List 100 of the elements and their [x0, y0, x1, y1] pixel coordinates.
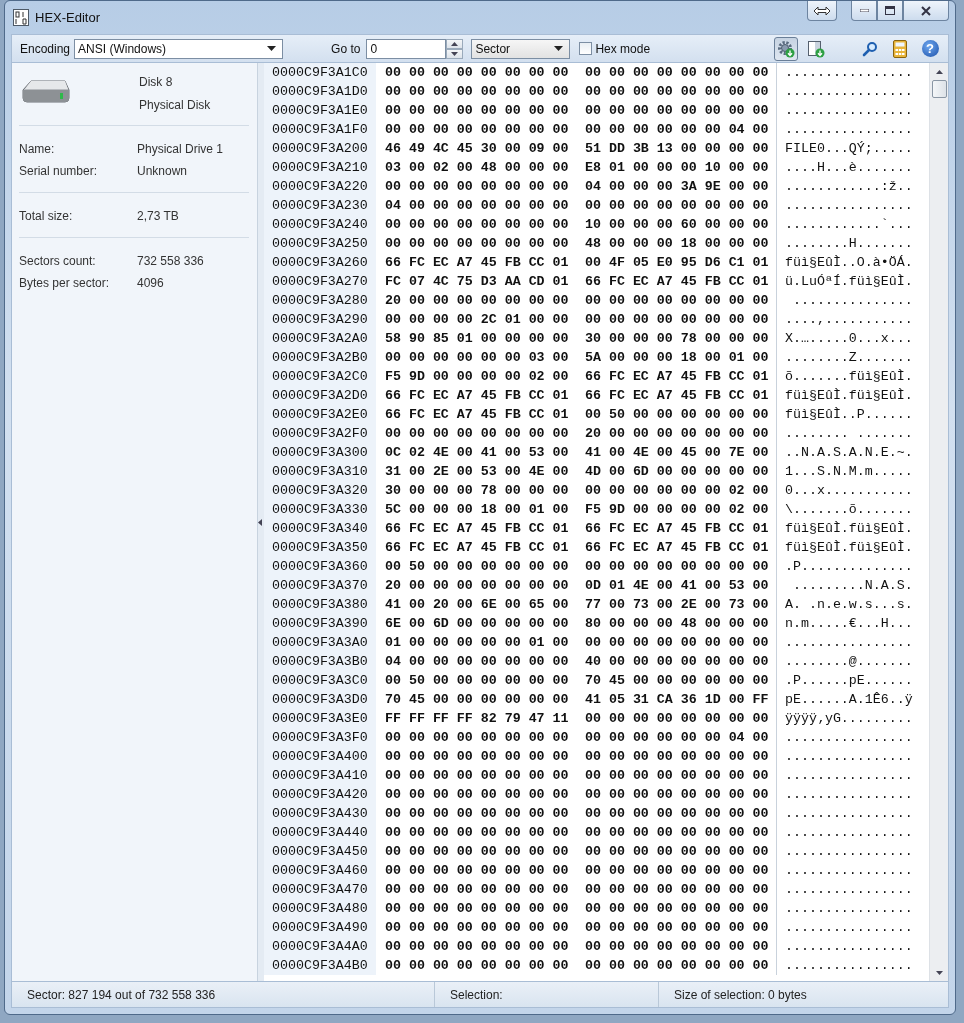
- hex-bytes: 00 00 00 00 00 00 00 00: [585, 806, 769, 821]
- property-label: Total size:: [19, 209, 74, 223]
- property-label: Bytes per sector:: [19, 276, 111, 290]
- hex-bytes: E8 01 00 00 00 10 00 00: [585, 160, 769, 175]
- offset-cell: 0000C9F3A250: [264, 234, 376, 253]
- offset-cell: 0000C9F3A2B0: [264, 348, 376, 367]
- hex-bytes: 00 00 00 00 00 00 02 00: [585, 483, 769, 498]
- offset-cell: 0000C9F3A380: [264, 595, 376, 614]
- hex-bytes: F5 9D 00 00 00 00 02 00: [585, 502, 769, 517]
- hex-bytes: 77 00 73 00 2E 00 73 00: [585, 597, 769, 612]
- hex-bytes: 00 00 00 00 00 00 00 00: [385, 844, 569, 859]
- scroll-thumb[interactable]: [931, 80, 947, 98]
- property-value: 4096: [137, 276, 164, 290]
- hex-mode-label: Hex mode: [595, 41, 651, 56]
- hex-bytes: 04 00 00 00 00 00 00 00: [385, 654, 569, 669]
- offset-cell: 0000C9F3A330: [264, 500, 376, 519]
- offset-cell: 0000C9F3A3C0: [264, 671, 376, 690]
- offset-cell: 0000C9F3A3D0: [264, 690, 376, 709]
- hex-bytes: 00 00 00 00 00 00 00 00: [385, 84, 569, 99]
- offset-cell: 0000C9F3A320: [264, 481, 376, 500]
- spin-down-button[interactable]: [446, 48, 464, 59]
- goto-field[interactable]: 0: [366, 38, 447, 59]
- property-label: Sectors count:: [19, 254, 97, 268]
- double-arrow-icon: [813, 5, 831, 16]
- hex-bytes: 30 00 00 00 78 00 00 00: [385, 483, 569, 498]
- hex-bytes: 00 00 00 00 00 00 00 00: [385, 863, 569, 878]
- hex-bytes: 46 49 4C 45 30 00 09 00: [385, 141, 569, 156]
- hex-bytes: 00 00 00 00 00 00 00 00: [385, 426, 569, 441]
- offset-cell: 0000C9F3A400: [264, 747, 376, 766]
- gear-tool-button[interactable]: [774, 36, 798, 61]
- hex-bytes: FF FF FF FF 82 79 47 11: [385, 711, 569, 726]
- scrollbar[interactable]: [929, 63, 948, 981]
- hex-bytes: 66 FC EC A7 45 FB CC 01: [385, 255, 569, 270]
- hex-bytes: 00 4F 05 E0 95 D6 C1 01: [585, 255, 769, 270]
- offset-cell: 0000C9F3A3E0: [264, 709, 376, 728]
- offset-cell: 0000C9F3A270: [264, 272, 376, 291]
- hex-bytes: 00 00 00 00 00 00 00 00: [585, 198, 769, 213]
- offset-cell: 0000C9F3A410: [264, 766, 376, 785]
- hex-bytes: 66 FC EC A7 45 FB CC 01: [385, 388, 569, 403]
- hex-bytes: 41 00 4E 00 45 00 7E 00: [585, 445, 769, 460]
- offset-cell: 0000C9F3A340: [264, 519, 376, 538]
- hex-bytes: 66 FC EC A7 45 FB CC 01: [385, 521, 569, 536]
- hex-bytes: 00 00 00 00 00 00 00 00: [385, 787, 569, 802]
- offset-cell: 0000C9F3A440: [264, 823, 376, 842]
- hex-bytes: 00 00 00 00 00 00 04 00: [585, 122, 769, 137]
- offset-cell: 0000C9F3A390: [264, 614, 376, 633]
- hex-bytes: 70 45 00 00 00 00 00 00: [385, 692, 569, 707]
- hex-bytes: 0C 02 4E 00 41 00 53 00: [385, 445, 569, 460]
- hex-bytes: 00 00 00 00 00 00 00 00: [385, 217, 569, 232]
- swap-button[interactable]: [807, 1, 837, 21]
- offset-cell: 0000C9F3A310: [264, 462, 376, 481]
- hex-bytes: 00 00 00 00 00 00 00 00: [585, 825, 769, 840]
- maximize-icon: [885, 6, 895, 15]
- status-text: Size of selection: 0 bytes: [674, 987, 807, 1002]
- spin-up-button[interactable]: [446, 38, 464, 49]
- down-arrow-icon: [935, 970, 943, 975]
- hex-bytes: 00 00 00 00 00 00 03 00: [385, 350, 569, 365]
- hex-bytes: 00 00 00 00 00 00 00 00: [585, 882, 769, 897]
- close-button[interactable]: [903, 1, 949, 21]
- offset-cell: 0000C9F3A3B0: [264, 652, 376, 671]
- hex-bytes: 80 00 00 00 48 00 00 00: [585, 616, 769, 631]
- hex-bytes: 04 00 00 00 00 00 00 00: [385, 198, 569, 213]
- offset-cell: 0000C9F3A490: [264, 918, 376, 937]
- hex-bytes: 66 FC EC A7 45 FB CC 01: [385, 540, 569, 555]
- down-arrow-icon: [451, 51, 459, 56]
- unit-dropdown[interactable]: Sector: [471, 38, 571, 59]
- offset-cell: 0000C9F3A3A0: [264, 633, 376, 652]
- encoding-dropdown[interactable]: ANSI (Windows): [74, 38, 284, 59]
- hex-bytes: 66 FC EC A7 45 FB CC 01: [585, 521, 769, 536]
- offset-cell: 0000C9F3A260: [264, 253, 376, 272]
- offset-cell: 0000C9F3A4B0: [264, 956, 376, 975]
- hex-bytes: 01 00 00 00 00 00 01 00: [385, 635, 569, 650]
- hex-bytes: 00 00 00 00 00 00 00 00: [585, 787, 769, 802]
- hex-bytes: 00 00 00 00 00 00 00 00: [585, 84, 769, 99]
- hex-bytes: 31 00 2E 00 53 00 4E 00: [385, 464, 569, 479]
- window-title: HEX-Editor: [35, 10, 102, 25]
- hex-bytes: 40 00 00 00 00 00 00 00: [585, 654, 769, 669]
- hex-bytes: 04 00 00 00 3A 9E 00 00: [585, 179, 769, 194]
- collapse-arrow-icon: [258, 518, 262, 526]
- hex-bytes: F5 9D 00 00 00 00 02 00: [385, 369, 569, 384]
- disk-type: Physical Disk: [139, 98, 211, 112]
- hex-bytes: 00 00 00 00 00 00 00 00: [585, 312, 769, 327]
- status-text: Selection:: [450, 987, 503, 1002]
- search-icon: [862, 40, 878, 57]
- hex-bytes: 0D 01 4E 00 41 00 53 00: [585, 578, 769, 593]
- maximize-button[interactable]: [877, 1, 903, 21]
- encoding-label: Encoding: [20, 41, 71, 56]
- offset-cell: 0000C9F3A2C0: [264, 367, 376, 386]
- status-text: Sector: 827 194 out of 732 558 336: [27, 987, 216, 1002]
- offset-cell: 0000C9F3A420: [264, 785, 376, 804]
- offset-cell: 0000C9F3A350: [264, 538, 376, 557]
- hex-mode-checkbox[interactable]: [579, 42, 593, 55]
- hex-bytes: 00 00 00 00 00 00 00 00: [385, 179, 569, 194]
- hex-bytes: 20 00 00 00 00 00 00 00: [585, 426, 769, 441]
- hex-bytes: 00 00 00 00 00 00 00 00: [585, 635, 769, 650]
- hex-bytes: 5A 00 00 00 18 00 01 00: [585, 350, 769, 365]
- hex-bytes: 00 00 00 00 00 00 00 00: [585, 103, 769, 118]
- panel-icon: [807, 39, 825, 58]
- offset-cell: 0000C9F3A240: [264, 215, 376, 234]
- offset-cell: 0000C9F3A1D0: [264, 82, 376, 101]
